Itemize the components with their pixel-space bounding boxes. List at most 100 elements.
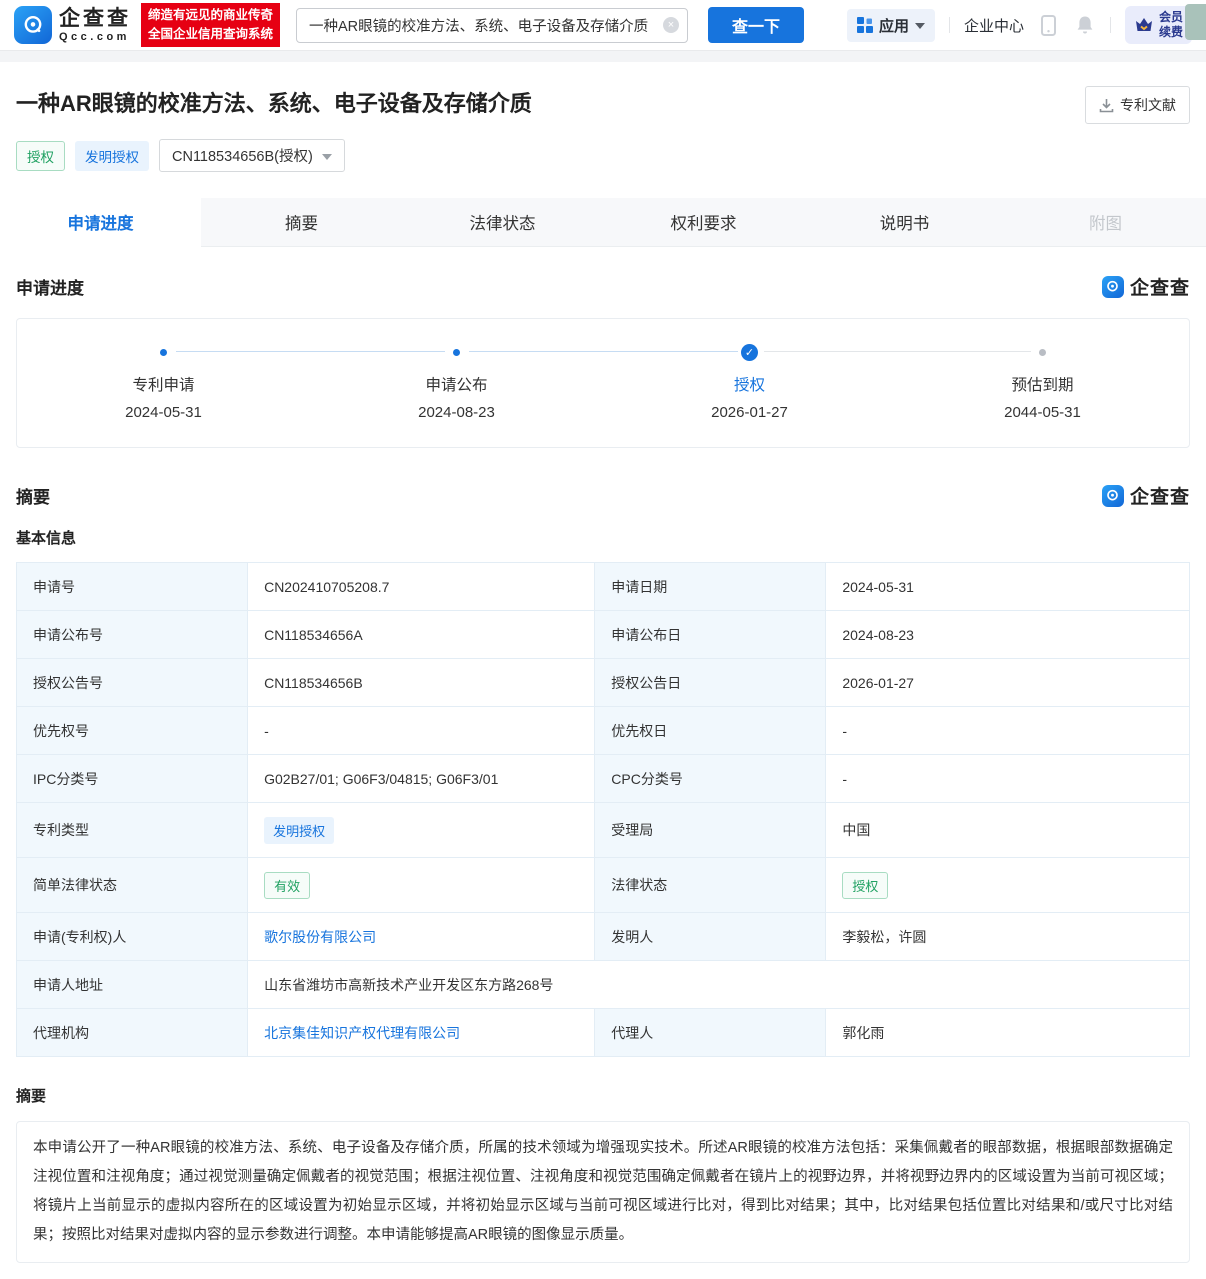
patent-document-label: 专利文献 [1120, 95, 1176, 115]
patent-document-button[interactable]: 专利文献 [1085, 86, 1190, 124]
table-row: 专利类型 发明授权 受理局 中国 [17, 803, 1190, 858]
brand-domain: Qcc.com [59, 32, 131, 43]
member-renew-button[interactable]: 会员 续费 [1125, 6, 1192, 44]
field-value: 2024-05-31 [826, 563, 1190, 611]
divider [1110, 17, 1111, 33]
field-label: 申请人地址 [17, 961, 248, 1009]
tab-legal-status[interactable]: 法律状态 [402, 198, 603, 246]
step-date: 2024-08-23 [310, 404, 603, 421]
timeline-connector [176, 351, 445, 352]
enterprise-center-link[interactable]: 企业中心 [964, 15, 1024, 36]
apps-grid-icon [857, 17, 873, 33]
progress-timeline: 专利申请 2024-05-31 申请公布 2024-08-23 ✓ 授权 202… [16, 318, 1190, 448]
status-badge-granted: 授权 [842, 872, 888, 899]
field-label: 受理局 [595, 803, 826, 858]
page-title: 一种AR眼镜的校准方法、系统、电子设备及存储介质 [16, 86, 532, 118]
patent-number-value: CN118534656B(授权) [172, 145, 313, 166]
table-row: 代理机构 北京集佳知识产权代理有限公司 代理人 郭化雨 [17, 1009, 1190, 1057]
tab-application-progress[interactable]: 申请进度 [0, 198, 201, 247]
step-date: 2024-05-31 [17, 404, 310, 421]
table-row: 优先权号 - 优先权日 - [17, 707, 1190, 755]
check-circle-icon: ✓ [741, 344, 758, 361]
timeline-connector [764, 351, 1031, 352]
qcc-watermark-text: 企查查 [1130, 482, 1190, 509]
field-label: 法律状态 [595, 858, 826, 913]
clear-search-icon[interactable]: × [663, 17, 679, 33]
timeline-dot-icon [160, 349, 167, 356]
field-value: 2024-08-23 [826, 611, 1190, 659]
field-value: 郭化雨 [826, 1009, 1190, 1057]
step-date: 2044-05-31 [896, 404, 1189, 421]
basic-info-title: 基本信息 [16, 527, 1190, 548]
summary-section: 摘要 企查查 基本信息 申请号 CN202410705208.7 申请日期 20… [0, 482, 1206, 1263]
search-input[interactable] [296, 8, 688, 43]
status-badge-valid: 有效 [264, 872, 310, 899]
apps-label: 应用 [879, 15, 909, 36]
field-label: 代理机构 [17, 1009, 248, 1057]
field-label: 简单法律状态 [17, 858, 248, 913]
tab-description[interactable]: 说明书 [804, 198, 1005, 246]
timeline-dot-icon [453, 349, 460, 356]
chevron-down-icon [322, 154, 332, 160]
side-float-widget[interactable] [1185, 4, 1206, 40]
table-row: IPC分类号 G02B27/01; G06F3/04815; G06F3/01 … [17, 755, 1190, 803]
field-value: G02B27/01; G06F3/04815; G06F3/01 [248, 755, 595, 803]
step-label: 授权 [603, 373, 896, 395]
field-label: 授权公告号 [17, 659, 248, 707]
tab-figures[interactable]: 附图 [1005, 198, 1206, 246]
qcc-logo-icon [14, 6, 52, 44]
field-label: 申请公布号 [17, 611, 248, 659]
patent-type-badge: 发明授权 [264, 817, 334, 844]
field-label: 申请(专利权)人 [17, 913, 248, 961]
tab-claims[interactable]: 权利要求 [603, 198, 804, 246]
field-value: CN118534656B [248, 659, 595, 707]
field-label: 优先权日 [595, 707, 826, 755]
step-label: 专利申请 [17, 373, 310, 395]
table-row: 申请公布号 CN118534656A 申请公布日 2024-08-23 [17, 611, 1190, 659]
header: 企查查 Qcc.com 缔造有远见的商业传奇 全国企业信用查询系统 × 查一下 … [0, 0, 1206, 50]
section-title-progress: 申请进度 [16, 274, 84, 299]
field-label: IPC分类号 [17, 755, 248, 803]
table-row: 授权公告号 CN118534656B 授权公告日 2026-01-27 [17, 659, 1190, 707]
abstract-title: 摘要 [16, 1085, 1190, 1106]
grant-status-badge: 授权 [16, 141, 65, 171]
field-label: 发明人 [595, 913, 826, 961]
apps-menu-button[interactable]: 应用 [847, 9, 935, 42]
member-renew-label: 会员 续费 [1159, 10, 1183, 40]
notification-bell-icon[interactable] [1074, 14, 1096, 36]
patent-number-dropdown[interactable]: CN118534656B(授权) [159, 139, 345, 172]
search-bar: × [296, 8, 688, 43]
page-divider-band [0, 50, 1206, 62]
field-value: 山东省潍坊市高新技术产业开发区东方路268号 [248, 961, 1190, 1009]
field-value: 李毅松，许圆 [826, 913, 1190, 961]
step-date: 2026-01-27 [603, 404, 896, 421]
table-row: 简单法律状态 有效 法律状态 授权 [17, 858, 1190, 913]
applicant-link[interactable]: 歌尔股份有限公司 [264, 929, 376, 945]
tab-summary[interactable]: 摘要 [201, 198, 402, 246]
qcc-watermark-logo: 企查查 [1102, 482, 1190, 509]
qcc-logo-icon [1102, 485, 1124, 507]
field-label: 授权公告日 [595, 659, 826, 707]
agency-link[interactable]: 北京集佳知识产权代理有限公司 [264, 1025, 460, 1041]
search-button[interactable]: 查一下 [708, 7, 804, 43]
download-icon [1099, 98, 1114, 113]
brand-name: 企查查 [59, 8, 131, 29]
brand-tagline: 缔造有远见的商业传奇 全国企业信用查询系统 [141, 3, 280, 48]
field-label: 优先权号 [17, 707, 248, 755]
qcc-logo[interactable]: 企查查 Qcc.com [14, 6, 131, 44]
timeline-step-publication: 申请公布 2024-08-23 [310, 344, 603, 421]
mobile-app-icon[interactable] [1038, 14, 1060, 36]
basic-info-table: 申请号 CN202410705208.7 申请日期 2024-05-31 申请公… [16, 562, 1190, 1057]
field-label: 专利类型 [17, 803, 248, 858]
qcc-logo-icon [1102, 276, 1124, 298]
field-value: CN202410705208.7 [248, 563, 595, 611]
abstract-text: 本申请公开了一种AR眼镜的校准方法、系统、电子设备及存储介质，所属的技术领域为增… [16, 1121, 1190, 1263]
tagline-line2: 全国企业信用查询系统 [148, 25, 273, 44]
qcc-brand-text: 企查查 Qcc.com [59, 8, 131, 43]
field-value: 2026-01-27 [826, 659, 1190, 707]
tagline-line1: 缔造有远见的商业传奇 [148, 6, 273, 25]
chevron-down-icon [915, 23, 925, 29]
field-value: - [826, 707, 1190, 755]
timeline-dot-icon [1039, 349, 1046, 356]
crown-icon [1134, 16, 1154, 34]
